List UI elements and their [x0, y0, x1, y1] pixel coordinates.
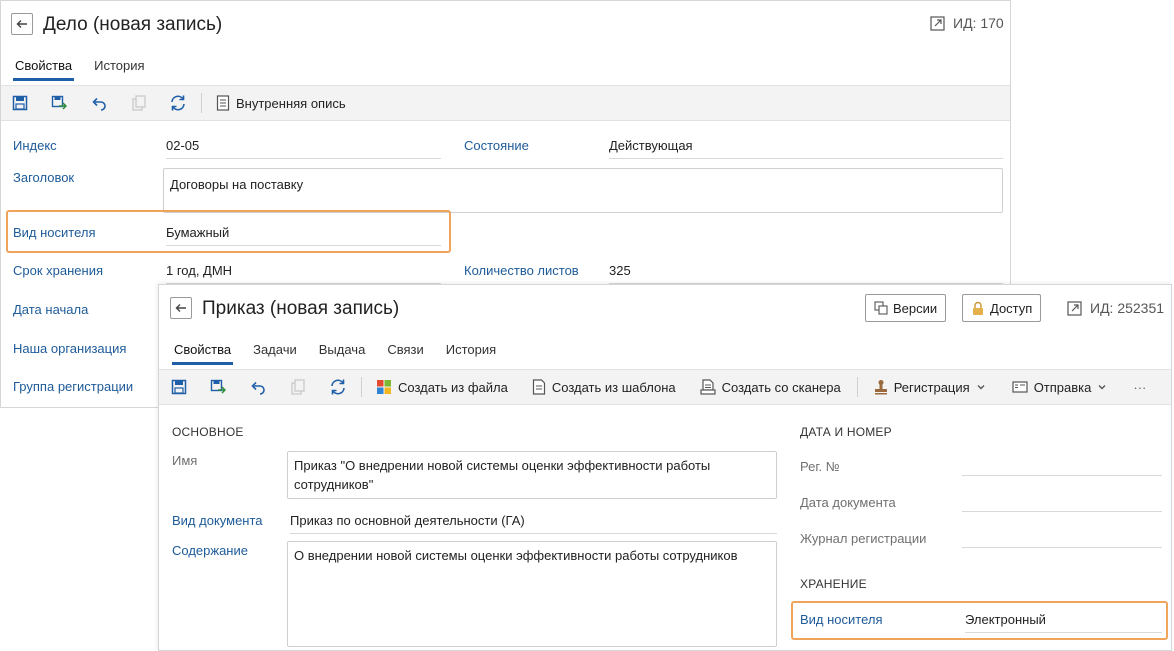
create-from-file-button[interactable]: Создать из файла — [376, 379, 508, 395]
sheets-field[interactable]: 325 — [609, 263, 1003, 284]
toolbar-divider — [361, 377, 362, 397]
arrow-left-icon — [175, 304, 186, 312]
create-from-scanner-label: Создать со сканера — [721, 379, 841, 395]
tab-properties[interactable]: Свойства — [171, 342, 234, 365]
refresh-icon[interactable] — [168, 93, 188, 113]
content-field[interactable]: О внедрении новой системы оценки эффекти… — [287, 541, 777, 647]
state-label: Состояние — [464, 138, 529, 153]
journal-label: Журнал регистрации — [800, 531, 927, 546]
versions-icon — [874, 301, 888, 315]
toolbar-divider — [201, 93, 202, 113]
document-icon — [532, 379, 545, 395]
toolbar: Создать из файла Создать из шаблона Созд… — [159, 369, 1171, 405]
inventory-label: Внутренняя опись — [236, 95, 346, 111]
heading-field[interactable]: Договоры на поставку — [163, 168, 1003, 213]
name-label: Имя — [172, 453, 198, 468]
toolbar: Внутренняя опись — [1, 85, 1010, 121]
medium-field[interactable]: Электронный — [965, 612, 1162, 633]
scanner-icon — [700, 379, 716, 395]
tab-issuance[interactable]: Выдача — [319, 342, 366, 365]
reg-number-field[interactable] — [962, 459, 1162, 476]
registration-label: Регистрация — [893, 379, 970, 395]
record-id: ИД: 252351 — [1090, 300, 1165, 316]
registration-group-label: Группа регистрации — [13, 379, 134, 394]
tab-bar: Свойства Задачи Выдача Связи История — [171, 342, 518, 365]
toolbar-divider — [856, 377, 858, 397]
registration-dropdown[interactable]: Регистрация — [874, 379, 986, 395]
access-label: Доступ — [990, 300, 1033, 316]
versions-label: Версии — [893, 300, 938, 316]
copy-icon — [129, 93, 149, 113]
lock-icon — [973, 301, 983, 315]
tab-links[interactable]: Связи — [387, 342, 423, 365]
tab-history[interactable]: История — [94, 58, 144, 81]
journal-field[interactable] — [962, 531, 1162, 548]
medium-label: Вид носителя — [800, 612, 883, 627]
medium-label: Вид носителя — [13, 225, 96, 240]
sheets-label: Количество листов — [464, 263, 579, 278]
tab-bar: Свойства История — [12, 58, 167, 81]
refresh-icon[interactable] — [328, 377, 348, 397]
versions-button[interactable]: Версии — [865, 294, 947, 322]
create-from-scanner-button[interactable]: Создать со сканера — [700, 379, 841, 395]
create-from-template-button[interactable]: Создать из шаблона — [532, 379, 676, 395]
create-from-file-label: Создать из файла — [398, 379, 508, 395]
page-title: Приказ (новая запись) — [202, 298, 400, 319]
arrow-left-icon — [16, 20, 27, 28]
id-area: ИД: 170 — [930, 15, 1004, 31]
name-field[interactable]: Приказ "О внедрении новой системы оценки… — [287, 451, 777, 499]
open-window-icon[interactable] — [1067, 300, 1082, 316]
record-id: ИД: 170 — [953, 15, 1004, 31]
section-storage: ХРАНЕНИЕ — [800, 577, 867, 591]
index-label: Индекс — [13, 138, 57, 153]
more-button[interactable]: ··· — [1133, 380, 1146, 395]
id-area: ИД: 252351 — [1067, 300, 1164, 316]
state-field[interactable]: Действующая — [609, 138, 1003, 159]
page-title: Дело (новая запись) — [43, 14, 223, 35]
copy-icon — [288, 377, 308, 397]
order-card: Приказ (новая запись) Версии Доступ ИД: … — [158, 284, 1172, 651]
doc-date-field[interactable] — [962, 495, 1162, 512]
inventory-button[interactable]: Внутренняя опись — [216, 95, 346, 111]
save-icon[interactable] — [10, 93, 30, 113]
tab-tasks[interactable]: Задачи — [253, 342, 297, 365]
chevron-down-icon — [1098, 385, 1106, 390]
section-date-number: ДАТА И НОМЕР — [800, 425, 892, 439]
save-and-close-icon[interactable] — [49, 93, 69, 113]
reg-number-label: Рег. № — [800, 459, 840, 474]
send-icon — [1012, 381, 1028, 393]
index-field[interactable]: 02-05 — [166, 138, 441, 159]
tab-history[interactable]: История — [446, 342, 496, 365]
save-icon[interactable] — [169, 377, 189, 397]
content-label: Содержание — [172, 543, 248, 558]
open-window-icon[interactable] — [930, 15, 945, 31]
section-main: ОСНОВНОЕ — [172, 425, 244, 439]
create-from-template-label: Создать из шаблона — [551, 379, 676, 395]
undo-icon[interactable] — [248, 377, 268, 397]
medium-field[interactable]: Бумажный — [166, 225, 441, 246]
back-button[interactable] — [11, 13, 33, 35]
sending-dropdown[interactable]: Отправка — [1012, 380, 1108, 395]
back-button[interactable] — [170, 297, 192, 319]
start-date-label: Дата начала — [13, 302, 89, 317]
storage-period-field[interactable]: 1 год, ДМН — [166, 263, 441, 284]
doc-type-label: Вид документа — [172, 513, 263, 528]
storage-period-label: Срок хранения — [13, 263, 103, 278]
sending-label: Отправка — [1033, 379, 1092, 395]
chevron-down-icon — [977, 385, 985, 390]
tab-properties[interactable]: Свойства — [12, 58, 75, 81]
stamp-icon — [874, 380, 887, 395]
access-button[interactable]: Доступ — [962, 294, 1042, 322]
office-icon — [377, 380, 391, 394]
doc-date-label: Дата документа — [800, 495, 896, 510]
organization-label: Наша организация — [13, 341, 127, 356]
save-and-close-icon[interactable] — [208, 377, 228, 397]
heading-label: Заголовок — [13, 170, 75, 185]
doc-type-field[interactable]: Приказ по основной деятельности (ГА) — [290, 513, 777, 534]
undo-icon[interactable] — [89, 93, 109, 113]
document-icon — [216, 95, 230, 111]
